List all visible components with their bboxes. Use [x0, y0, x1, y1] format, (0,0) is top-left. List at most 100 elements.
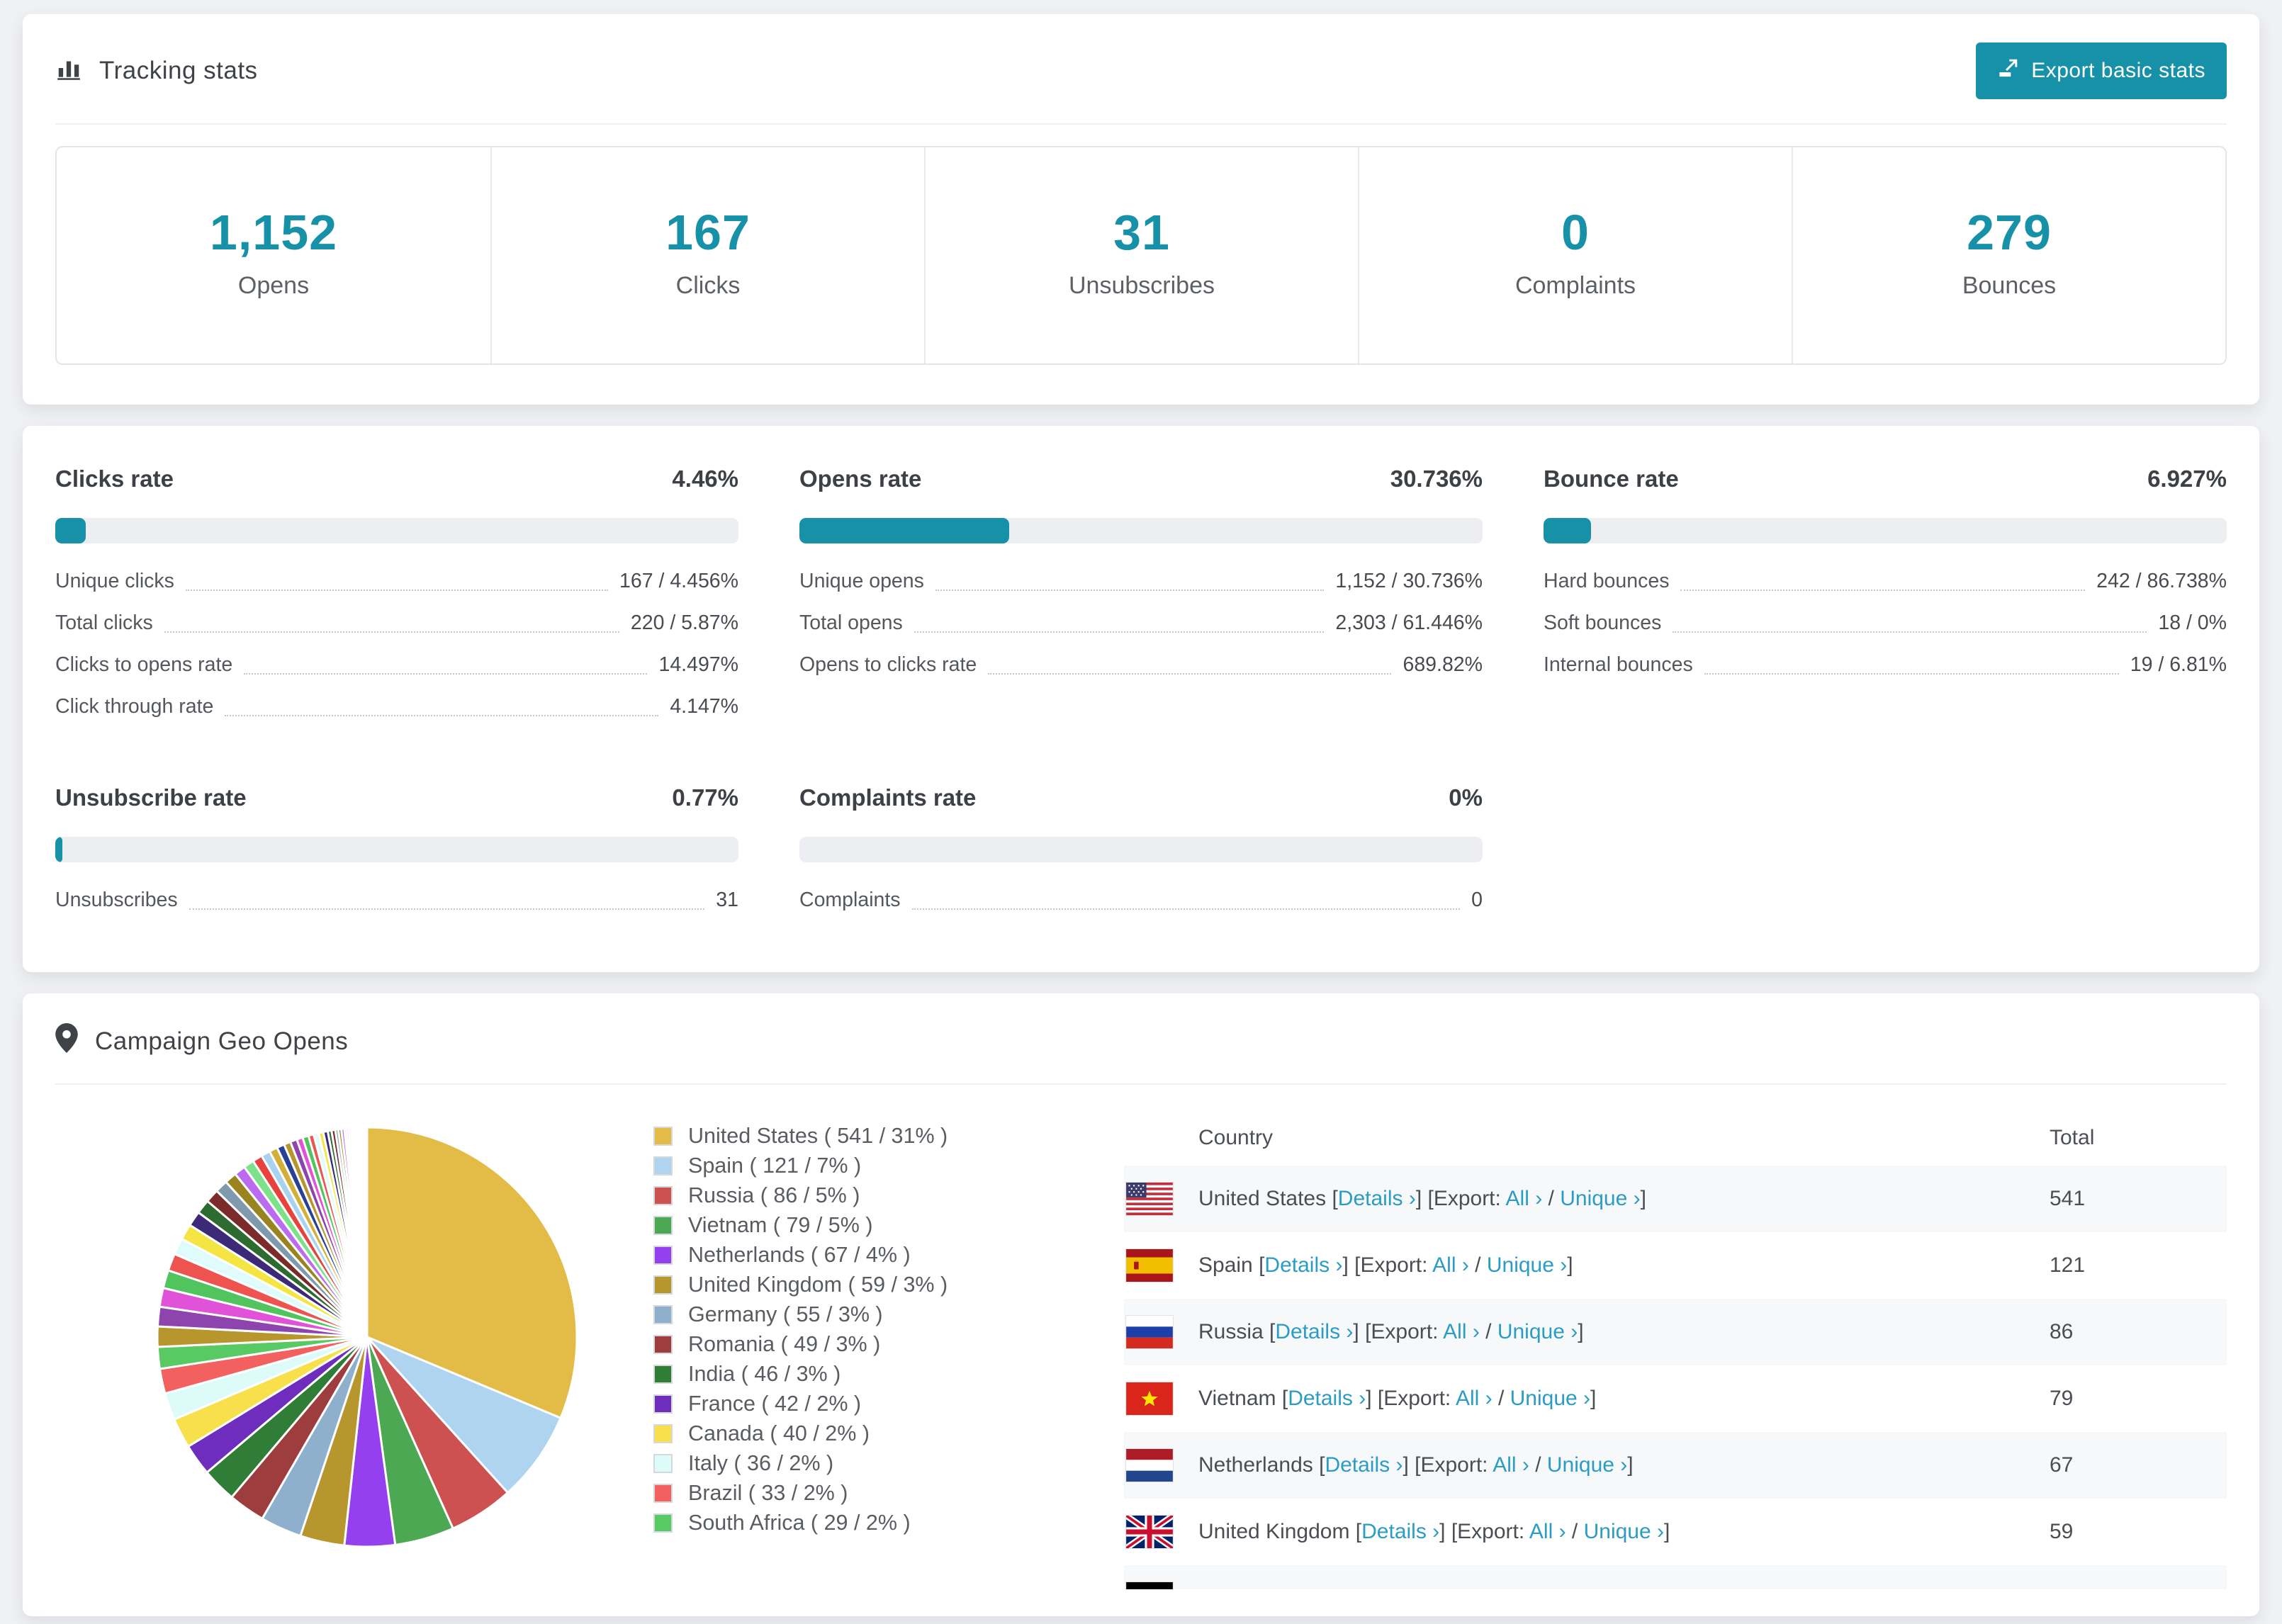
rate-detail-rows: Complaints 0: [799, 879, 1483, 921]
export-unique-link[interactable]: Unique ›: [1510, 1387, 1590, 1410]
details-link[interactable]: Details ›: [1298, 1586, 1376, 1589]
flag-icon-ru: [1125, 1315, 1174, 1349]
legend-swatch: [653, 1186, 673, 1205]
detail-value: 242 / 86.738%: [2096, 570, 2227, 592]
link-separator: /: [1468, 1253, 1487, 1277]
legend-swatch: [653, 1305, 673, 1324]
rate-title: Unsubscribe rate: [55, 784, 247, 811]
total-cell: 67: [2050, 1453, 2074, 1477]
rate-detail-rows: Hard bounces 242 / 86.738% Soft bounces 18 …: [1544, 560, 2227, 686]
legend-swatch: [653, 1513, 673, 1533]
rate-detail-row: Click through rate 4.147%: [55, 686, 738, 728]
rate-block-complaints-rate: Complaints rate 0% Complaints 0: [799, 784, 1483, 921]
dotted-leader: [1704, 673, 2119, 675]
geo-title-wrap: Campaign Geo Opens: [55, 1023, 348, 1059]
dotted-leader: [164, 631, 619, 633]
country-cell: Germany [Details ›] [Export: All › / Uni…: [1198, 1586, 2050, 1589]
export-all-link[interactable]: All ›: [1456, 1387, 1493, 1410]
detail-label: Internal bounces: [1544, 653, 1693, 676]
legend-label: South Africa ( 29 / 2% ): [688, 1511, 911, 1535]
detail-label: Hard bounces: [1544, 570, 1670, 592]
export-unique-link[interactable]: Unique ›: [1584, 1520, 1664, 1543]
stat-value: 167: [665, 205, 751, 260]
export-unique-link[interactable]: Unique ›: [1547, 1453, 1627, 1477]
stat-label: Complaints: [1514, 272, 1636, 299]
detail-label: Complaints: [799, 889, 901, 911]
details-link[interactable]: Details ›: [1275, 1320, 1353, 1343]
detail-value: 0: [1471, 889, 1483, 911]
flag-cell: [1124, 1581, 1198, 1589]
rate-detail-row: Complaints 0: [799, 879, 1483, 921]
export-label: ] [Export:: [1415, 1187, 1506, 1210]
rate-detail-row: Total clicks 220 / 5.87%: [55, 602, 738, 644]
legend-item-2: Russia ( 86 / 5% ): [653, 1183, 1118, 1208]
detail-value: 2,303 / 61.446%: [1335, 611, 1483, 634]
stat-label: Bounces: [1962, 272, 2057, 299]
export-label: ] [Export:: [1403, 1453, 1493, 1477]
details-link[interactable]: Details ›: [1264, 1253, 1342, 1277]
total-cell: 59: [2050, 1520, 2074, 1543]
export-label: ] [Export:: [1366, 1387, 1456, 1410]
details-link[interactable]: Details ›: [1288, 1387, 1366, 1410]
legend-item-3: Vietnam ( 79 / 5% ): [653, 1213, 1118, 1238]
details-link[interactable]: Details ›: [1361, 1520, 1439, 1543]
pie-svg[interactable]: [153, 1123, 581, 1551]
geo-table-row-ru: Russia [Details ›] [Export: All › / Uniq…: [1124, 1299, 2227, 1365]
country-name: Spain [: [1198, 1253, 1265, 1277]
legend-label: United States ( 541 / 31% ): [688, 1124, 948, 1148]
rate-block-bounce-rate: Bounce rate 6.927% Hard bounces 242 / 86.73…: [1544, 466, 2227, 728]
legend-swatch: [653, 1275, 673, 1295]
export-unique-link[interactable]: Unique ›: [1560, 1187, 1640, 1210]
geo-table: Country Total United States [Details ›] …: [1124, 1110, 2227, 1589]
tracking-stats-header: Tracking stats Export basic stats: [55, 43, 2227, 99]
geo-table-row-es: Spain [Details ›] [Export: All › / Uniqu…: [1124, 1232, 2227, 1299]
legend-item-12: Brazil ( 33 / 2% ): [653, 1481, 1118, 1506]
export-unique-link[interactable]: Unique ›: [1520, 1586, 1600, 1589]
geo-pie-chart[interactable]: [153, 1123, 581, 1589]
export-unique-link[interactable]: Unique ›: [1487, 1253, 1567, 1277]
stat-label: Unsubscribes: [1069, 272, 1215, 299]
stat-value: 279: [1967, 205, 2052, 260]
rate-title: Opens rate: [799, 466, 922, 492]
export-basic-stats-button[interactable]: Export basic stats: [1976, 43, 2227, 99]
total-cell: 55: [2050, 1586, 2227, 1589]
rate-value: 30.736%: [1390, 466, 1483, 492]
export-all-link[interactable]: All ›: [1506, 1187, 1543, 1210]
export-all-link[interactable]: All ›: [1443, 1320, 1480, 1343]
close-bracket: ]: [1578, 1320, 1584, 1343]
rate-progress-fill: [55, 518, 86, 543]
dotted-leader: [914, 631, 1325, 633]
stat-value: 31: [1113, 205, 1170, 260]
legend-label: United Kingdom ( 59 / 3% ): [688, 1273, 948, 1297]
export-all-link[interactable]: All ›: [1529, 1520, 1566, 1543]
rate-head: Unsubscribe rate 0.77%: [55, 784, 738, 811]
flag-cell: [1124, 1515, 1198, 1549]
details-link[interactable]: Details ›: [1338, 1187, 1416, 1210]
pie-slice-63[interactable]: [365, 1126, 369, 1338]
dotted-leader: [1680, 590, 2086, 591]
export-all-link[interactable]: All ›: [1493, 1453, 1529, 1477]
detail-value: 14.497%: [658, 653, 738, 676]
flag-cell: [1124, 1315, 1198, 1349]
country-cell: United Kingdom [Details ›] [Export: All …: [1198, 1520, 2050, 1544]
export-label: ] [Export:: [1439, 1520, 1529, 1543]
rate-detail-row: Unique clicks 167 / 4.456%: [55, 560, 738, 602]
details-link[interactable]: Details ›: [1325, 1453, 1403, 1477]
rate-head: Opens rate 30.736%: [799, 466, 1483, 492]
legend-label: Italy ( 36 / 2% ): [688, 1451, 834, 1475]
export-unique-link[interactable]: Unique ›: [1497, 1320, 1578, 1343]
rate-detail-rows: Unique opens 1,152 / 30.736% Total opens 2,…: [799, 560, 1483, 686]
tracking-stats-title: Tracking stats: [55, 55, 258, 88]
rate-detail-row: Internal bounces 19 / 6.81%: [1544, 644, 2227, 686]
rate-progress-track: [799, 518, 1483, 543]
stat-cell-complaints: 0 Complaints: [1358, 147, 1792, 363]
export-all-link[interactable]: All ›: [1466, 1586, 1502, 1589]
export-label: ] [Export:: [1342, 1253, 1433, 1277]
detail-label: Unsubscribes: [55, 889, 178, 911]
legend-item-7: Romania ( 49 / 3% ): [653, 1332, 1118, 1357]
legend-swatch: [653, 1216, 673, 1235]
dotted-leader: [911, 908, 1461, 910]
link-separator: /: [1566, 1520, 1584, 1543]
detail-value: 167 / 4.456%: [619, 570, 738, 592]
export-all-link[interactable]: All ›: [1432, 1253, 1469, 1277]
